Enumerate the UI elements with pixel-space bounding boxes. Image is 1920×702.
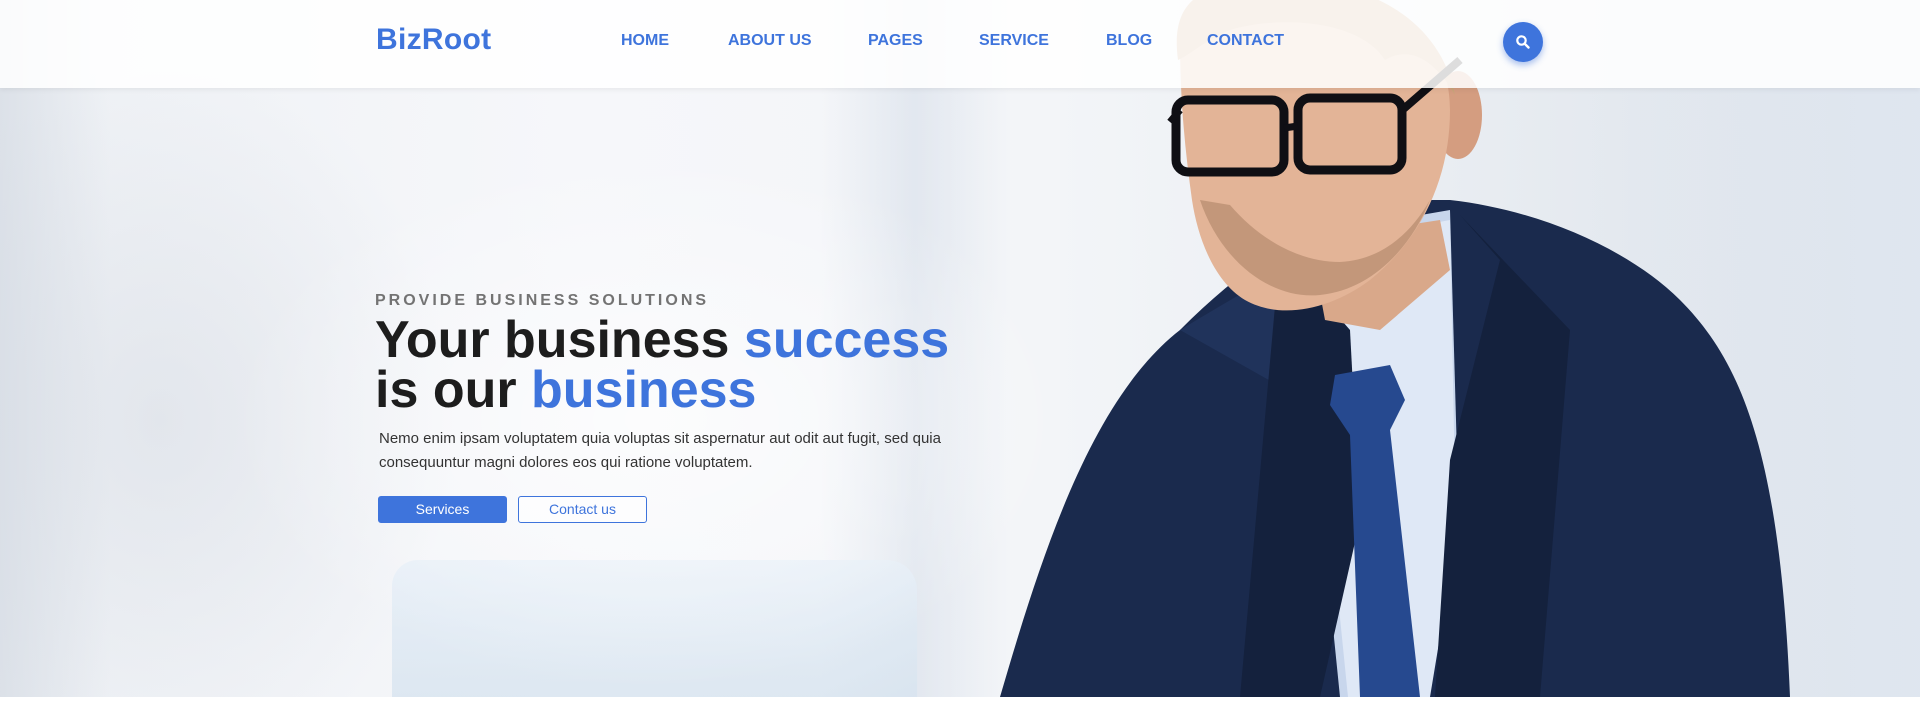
search-button[interactable]	[1503, 22, 1543, 62]
hero-description: Nemo enim ipsam voluptatem quia voluptas…	[379, 430, 941, 471]
services-button[interactable]: Services	[378, 496, 507, 523]
nav-link-pages[interactable]: PAGES	[868, 32, 923, 50]
headline-accent: success	[743, 311, 950, 369]
hero-section	[0, 0, 1920, 697]
site-logo[interactable]: BizRoot	[376, 23, 491, 57]
nav-link-home[interactable]: HOME	[621, 32, 669, 50]
headline-text: is our	[375, 361, 517, 419]
hero-headline: Your business success is our business	[375, 314, 949, 416]
search-icon	[1516, 35, 1530, 49]
hero-subtitle: PROVIDE BUSINESS SOLUTIONS	[375, 292, 710, 309]
businessman-image	[1000, 0, 1790, 697]
navbar: BizRoot HOME ABOUT US PAGES SERVICE BLOG…	[0, 0, 1920, 88]
nav-link-service[interactable]: SERVICE	[979, 32, 1049, 50]
nav-link-contact[interactable]: CONTACT	[1207, 32, 1284, 50]
nav-link-about-us[interactable]: ABOUT US	[728, 32, 812, 50]
contact-us-button[interactable]: Contact us	[518, 496, 647, 523]
nav-link-blog[interactable]: BLOG	[1106, 32, 1152, 50]
headline-accent: business	[531, 361, 757, 419]
